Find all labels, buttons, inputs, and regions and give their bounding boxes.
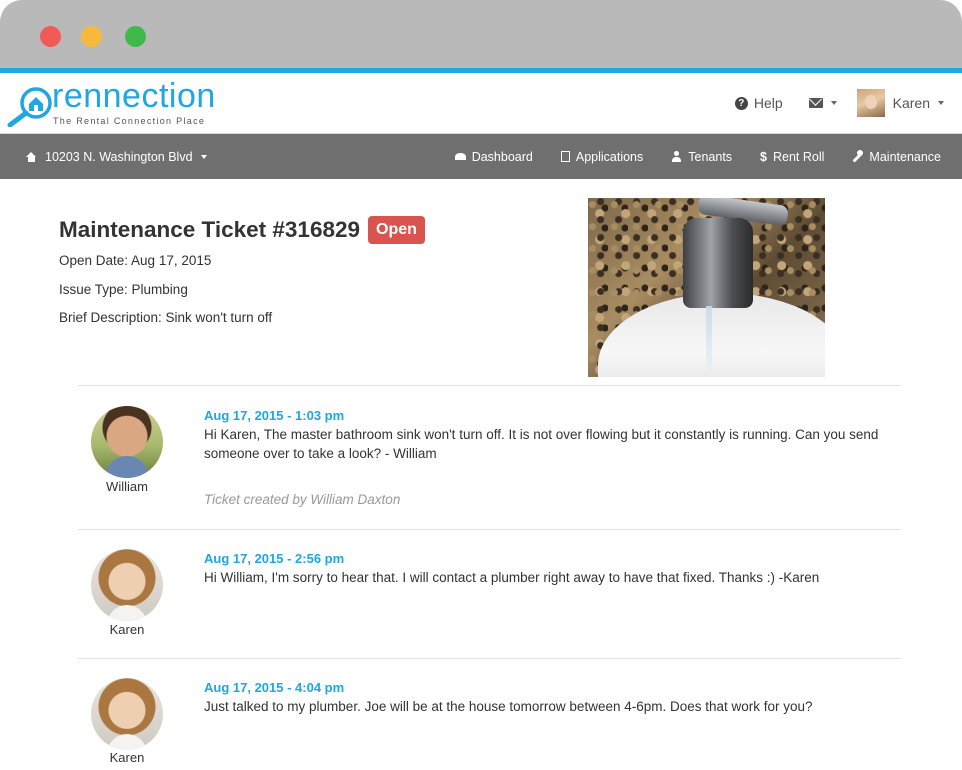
comment-date: Aug 17, 2015 - 4:04 pm bbox=[204, 680, 345, 695]
avatar bbox=[856, 89, 885, 117]
comment-body: Hi William, I'm sorry to hear that. I wi… bbox=[204, 570, 820, 585]
chevron-down-icon bbox=[938, 101, 944, 105]
ticket-title-row: Maintenance Ticket #316829 Open bbox=[59, 216, 425, 244]
help-link[interactable]: ? Help bbox=[734, 95, 783, 111]
nav-applications[interactable]: Applications bbox=[560, 149, 644, 164]
main-navbar: 10203 N. Washington Blvd Dashboard Appli… bbox=[0, 134, 962, 179]
window-chrome bbox=[0, 0, 962, 68]
comment-body: Hi Karen, The master bathroom sink won't… bbox=[204, 427, 879, 461]
ticket-photo[interactable] bbox=[588, 198, 825, 377]
comment-author: Karen bbox=[109, 750, 145, 765]
comment-item: Karen Aug 17, 2015 - 2:56 pm Hi William,… bbox=[78, 529, 901, 658]
avatar bbox=[91, 549, 163, 621]
page-title: Maintenance Ticket #316829 bbox=[59, 217, 361, 242]
nav-dashboard[interactable]: Dashboard bbox=[454, 149, 533, 164]
nav-maintenance-label: Maintenance bbox=[869, 149, 941, 164]
app-header: rennection The Rental Connection Place ?… bbox=[0, 73, 962, 134]
nav-rent-roll-label: Rent Roll bbox=[773, 149, 825, 164]
nav-rent-roll[interactable]: $ Rent Roll bbox=[760, 150, 824, 164]
user-icon bbox=[671, 151, 682, 162]
messages-dropdown[interactable] bbox=[808, 98, 837, 108]
comment-body: Just talked to my plumber. Joe will be a… bbox=[204, 699, 813, 714]
brand-tagline: The Rental Connection Place bbox=[53, 116, 206, 126]
question-circle-icon: ? bbox=[734, 96, 748, 110]
nav-dashboard-label: Dashboard bbox=[471, 149, 533, 164]
maximize-window-button[interactable] bbox=[125, 26, 146, 47]
comment-item: William Aug 17, 2015 - 1:03 pm Hi Karen,… bbox=[78, 385, 901, 529]
wrench-icon bbox=[852, 150, 864, 162]
document-icon bbox=[560, 151, 570, 162]
property-selector[interactable]: 10203 N. Washington Blvd bbox=[26, 134, 207, 179]
brand-name: rennection bbox=[52, 77, 216, 115]
comment-note: Ticket created by William Daxton bbox=[204, 492, 401, 507]
chevron-down-icon bbox=[200, 154, 207, 159]
envelope-icon bbox=[808, 98, 823, 108]
logo[interactable]: rennection The Rental Connection Place bbox=[6, 77, 236, 129]
comment-author: Karen bbox=[109, 622, 145, 637]
running-water bbox=[706, 306, 712, 376]
faucet bbox=[683, 218, 753, 308]
nav-applications-label: Applications bbox=[575, 149, 644, 164]
chevron-down-icon bbox=[830, 101, 837, 105]
user-name: Karen bbox=[892, 95, 930, 111]
home-icon bbox=[26, 151, 37, 162]
property-label: 10203 N. Washington Blvd bbox=[45, 149, 193, 164]
comment-date: Aug 17, 2015 - 1:03 pm bbox=[204, 408, 345, 423]
close-window-button[interactable] bbox=[40, 26, 61, 47]
comment-date: Aug 17, 2015 - 2:56 pm bbox=[204, 551, 345, 566]
nav-tenants[interactable]: Tenants bbox=[671, 150, 732, 164]
help-label: Help bbox=[753, 95, 783, 111]
avatar bbox=[91, 678, 163, 750]
avatar bbox=[91, 406, 163, 478]
comment-item: Karen Aug 17, 2015 - 4:04 pm Just talked… bbox=[78, 658, 901, 770]
magnifier-house-icon bbox=[7, 87, 52, 127]
nav-maintenance[interactable]: Maintenance bbox=[852, 150, 941, 164]
brief-description: Brief Description: Sink won't turn off bbox=[59, 310, 273, 325]
dollar-icon: $ bbox=[760, 149, 767, 164]
comment-author: William bbox=[106, 479, 148, 494]
dashboard-icon bbox=[454, 153, 466, 160]
nav-tenants-label: Tenants bbox=[688, 149, 733, 164]
status-badge: Open bbox=[368, 216, 425, 244]
open-date: Open Date: Aug 17, 2015 bbox=[59, 253, 212, 268]
minimize-window-button[interactable] bbox=[81, 26, 102, 47]
user-menu[interactable]: Karen bbox=[856, 89, 944, 117]
issue-type: Issue Type: Plumbing bbox=[59, 282, 188, 297]
